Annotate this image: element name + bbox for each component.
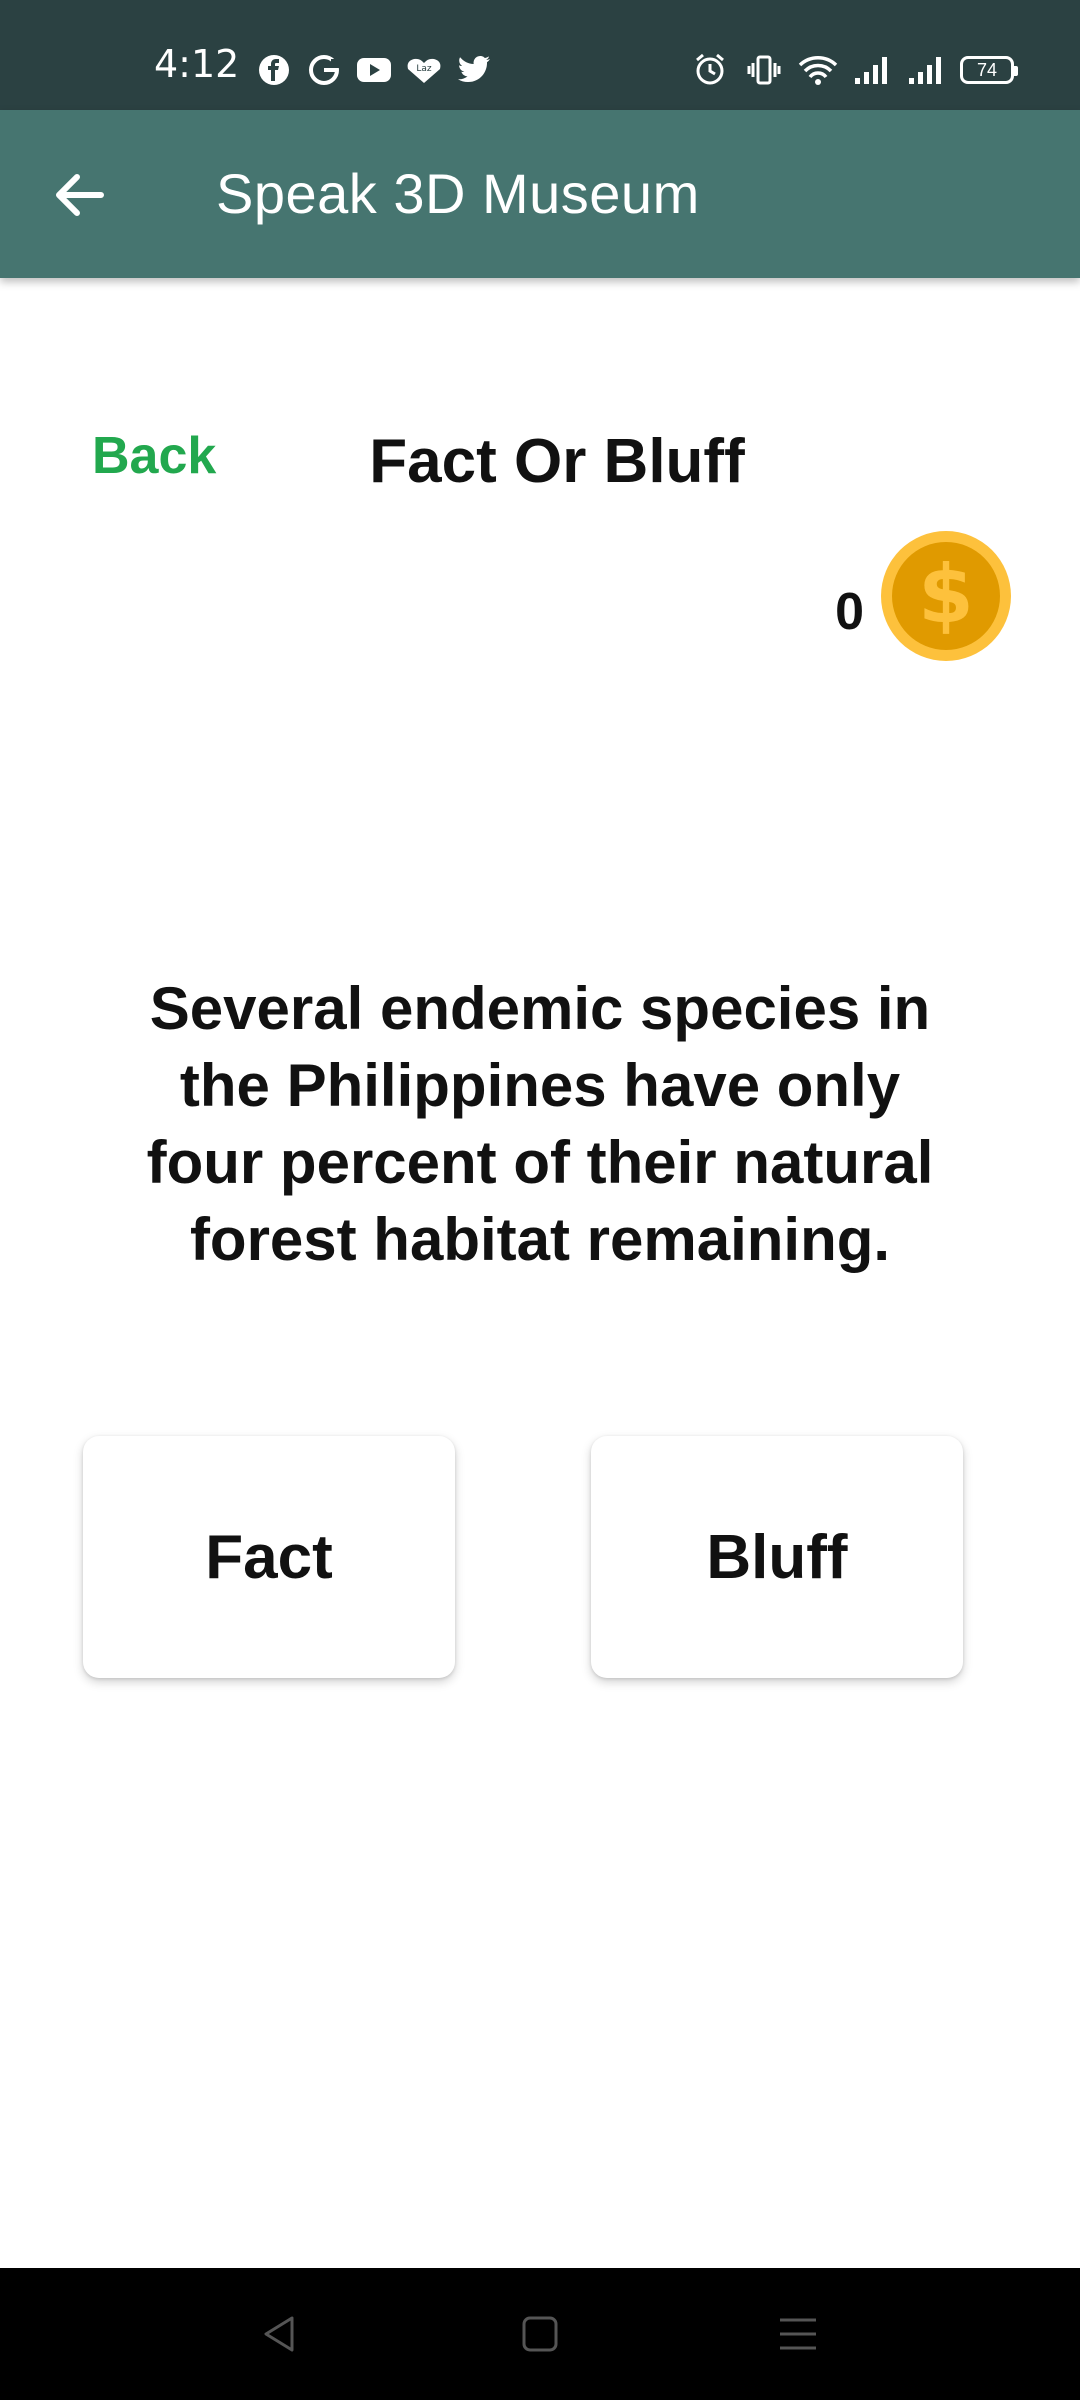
back-button[interactable]: Back: [92, 427, 216, 485]
lazada-icon: Laz: [404, 52, 444, 88]
dollar-coin-icon: $: [880, 530, 1012, 662]
status-time: 4:12: [154, 42, 240, 86]
signal-icon: [852, 52, 892, 88]
question-text: Several endemic species in the Philippin…: [146, 975, 934, 1273]
google-icon: [304, 52, 344, 88]
signal-icon: [906, 52, 946, 88]
twitter-icon: [454, 52, 494, 88]
app-title: Speak 3D Museum: [216, 162, 700, 225]
facebook-icon: [254, 52, 294, 88]
back-triangle-icon[interactable]: [252, 2306, 308, 2362]
alarm-icon: [690, 52, 730, 88]
notification-icons: Laz: [254, 52, 494, 88]
vibrate-icon: [744, 52, 784, 88]
coin-count: 0: [835, 583, 864, 641]
arrow-back-icon[interactable]: [44, 160, 114, 230]
battery-icon: 74: [960, 56, 1018, 84]
navigation-bar: [0, 2268, 1080, 2400]
screen: 4:12 Laz 74 Speak 3D Museum Fact Or Bluf…: [0, 0, 1080, 2400]
fact-button[interactable]: Fact: [83, 1436, 455, 1678]
svg-text:$: $: [918, 548, 974, 641]
bluff-button[interactable]: Bluff: [591, 1436, 963, 1678]
youtube-icon: [354, 52, 394, 88]
home-square-icon[interactable]: [512, 2306, 568, 2362]
menu-lines-icon[interactable]: [770, 2306, 826, 2362]
status-bar: 4:12 Laz 74: [0, 0, 1080, 110]
svg-text:Laz: Laz: [416, 64, 432, 74]
system-icons: 74: [690, 52, 1018, 88]
wifi-icon: [798, 52, 838, 88]
app-bar: Speak 3D Museum: [0, 110, 1080, 278]
